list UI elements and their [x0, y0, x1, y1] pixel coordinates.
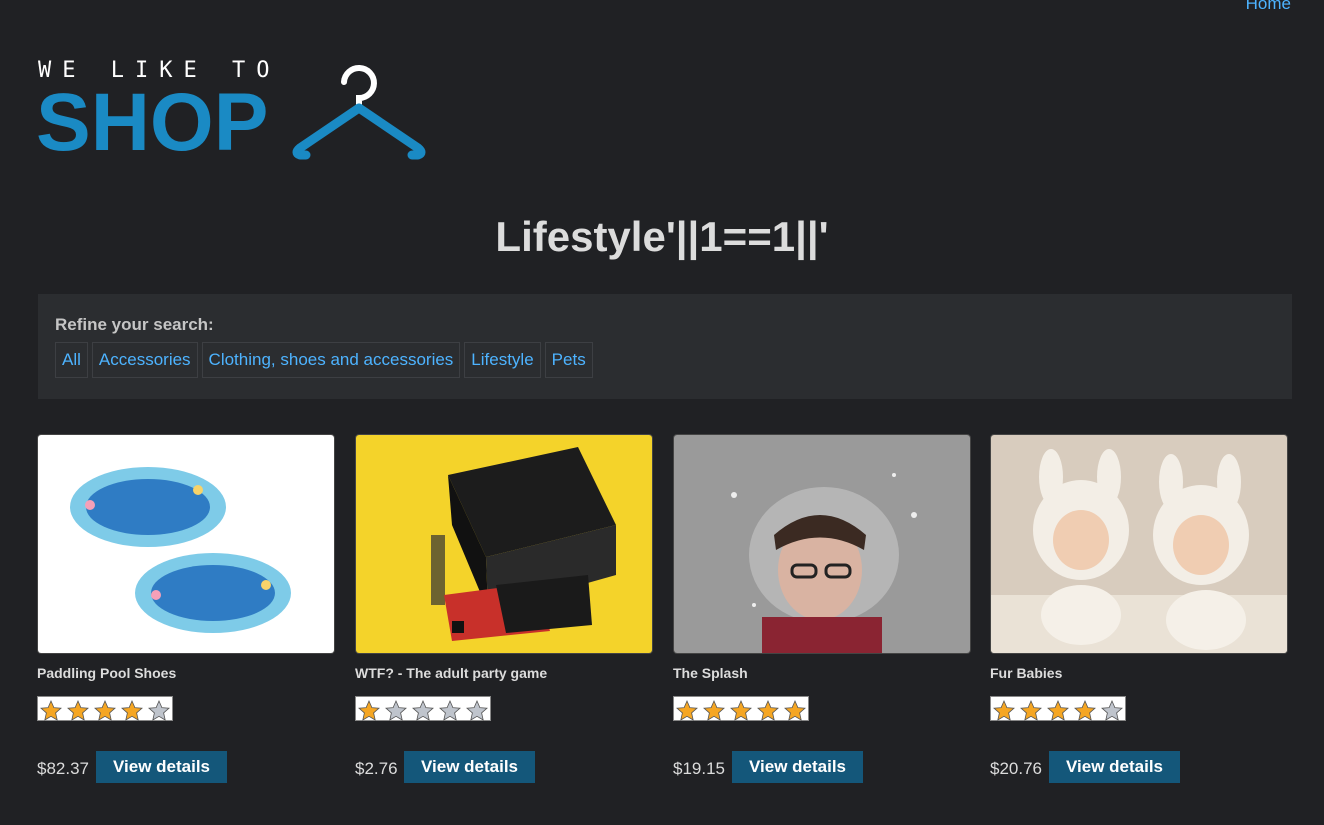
star-filled-icon — [38, 699, 65, 721]
star-filled-icon — [118, 699, 145, 721]
fur-babies-image — [991, 435, 1287, 653]
logo-wordmark: SHOP — [36, 77, 269, 168]
product-price: $20.76 — [990, 759, 1042, 778]
product-image[interactable] — [37, 434, 335, 654]
product-image[interactable] — [990, 434, 1288, 654]
product-name[interactable]: Fur Babies — [990, 665, 1062, 681]
star-empty-icon — [436, 699, 463, 721]
star-filled-icon — [92, 699, 119, 721]
product-name[interactable]: The Splash — [673, 665, 748, 681]
star-empty-icon — [463, 699, 490, 721]
star-filled-icon — [65, 699, 92, 721]
top-nav: Home — [1246, 0, 1291, 14]
star-filled-icon — [1071, 699, 1098, 721]
product-image[interactable] — [355, 434, 653, 654]
category-filters: All Accessories Clothing, shoes and acce… — [55, 342, 593, 378]
star-filled-icon — [754, 699, 781, 721]
filter-label: Refine your search: — [55, 315, 214, 334]
product-name[interactable]: Paddling Pool Shoes — [37, 665, 176, 681]
page-title: Lifestyle'||1==1||' — [495, 213, 829, 260]
star-filled-icon — [701, 699, 728, 721]
view-details-button[interactable]: View details — [732, 751, 864, 783]
star-filled-icon — [356, 699, 383, 721]
page: Home WE LIKE TO SHOP Lifestyle'||1==1||'… — [0, 0, 1324, 825]
product-card: WTF? - The adult party game $2.76 View d… — [355, 434, 653, 794]
star-filled-icon — [1045, 699, 1072, 721]
star-rating — [37, 696, 173, 721]
product-price: $19.15 — [673, 759, 725, 778]
star-filled-icon — [991, 699, 1018, 721]
star-rating — [990, 696, 1126, 721]
product-image[interactable] — [673, 434, 971, 654]
view-details-button[interactable]: View details — [404, 751, 536, 783]
product-card: Paddling Pool Shoes $82.37 View details — [37, 434, 335, 794]
product-card: Fur Babies $20.76 View details — [990, 434, 1288, 794]
filter-panel: Refine your search: All Accessories Clot… — [38, 294, 1292, 399]
star-empty-icon — [145, 699, 172, 721]
filter-all[interactable]: All — [55, 342, 88, 378]
star-filled-icon — [674, 699, 701, 721]
star-empty-icon — [383, 699, 410, 721]
splash-image — [674, 435, 970, 653]
product-name[interactable]: WTF? - The adult party game — [355, 665, 547, 681]
product-grid: Paddling Pool Shoes $82.37 View details — [37, 434, 1297, 794]
view-details-button[interactable]: View details — [1049, 751, 1181, 783]
star-filled-icon — [728, 699, 755, 721]
product-price: $2.76 — [355, 759, 398, 778]
paddling-pools-image — [38, 435, 334, 653]
site-logo[interactable]: WE LIKE TO SHOP — [36, 60, 428, 164]
view-details-button[interactable]: View details — [96, 751, 228, 783]
filter-accessories[interactable]: Accessories — [91, 342, 198, 378]
product-price: $82.37 — [37, 759, 89, 778]
star-rating — [673, 696, 809, 721]
star-filled-icon — [1018, 699, 1045, 721]
filter-pets[interactable]: Pets — [544, 342, 593, 378]
star-rating — [355, 696, 491, 721]
star-filled-icon — [781, 699, 808, 721]
filter-clothing[interactable]: Clothing, shoes and accessories — [201, 342, 461, 378]
star-empty-icon — [410, 699, 437, 721]
wtf-game-image — [356, 435, 652, 653]
product-card: The Splash $19.15 View details — [673, 434, 971, 794]
filter-lifestyle[interactable]: Lifestyle — [464, 342, 541, 378]
hanger-icon — [292, 65, 426, 160]
home-link[interactable]: Home — [1246, 0, 1291, 13]
star-empty-icon — [1098, 699, 1125, 721]
